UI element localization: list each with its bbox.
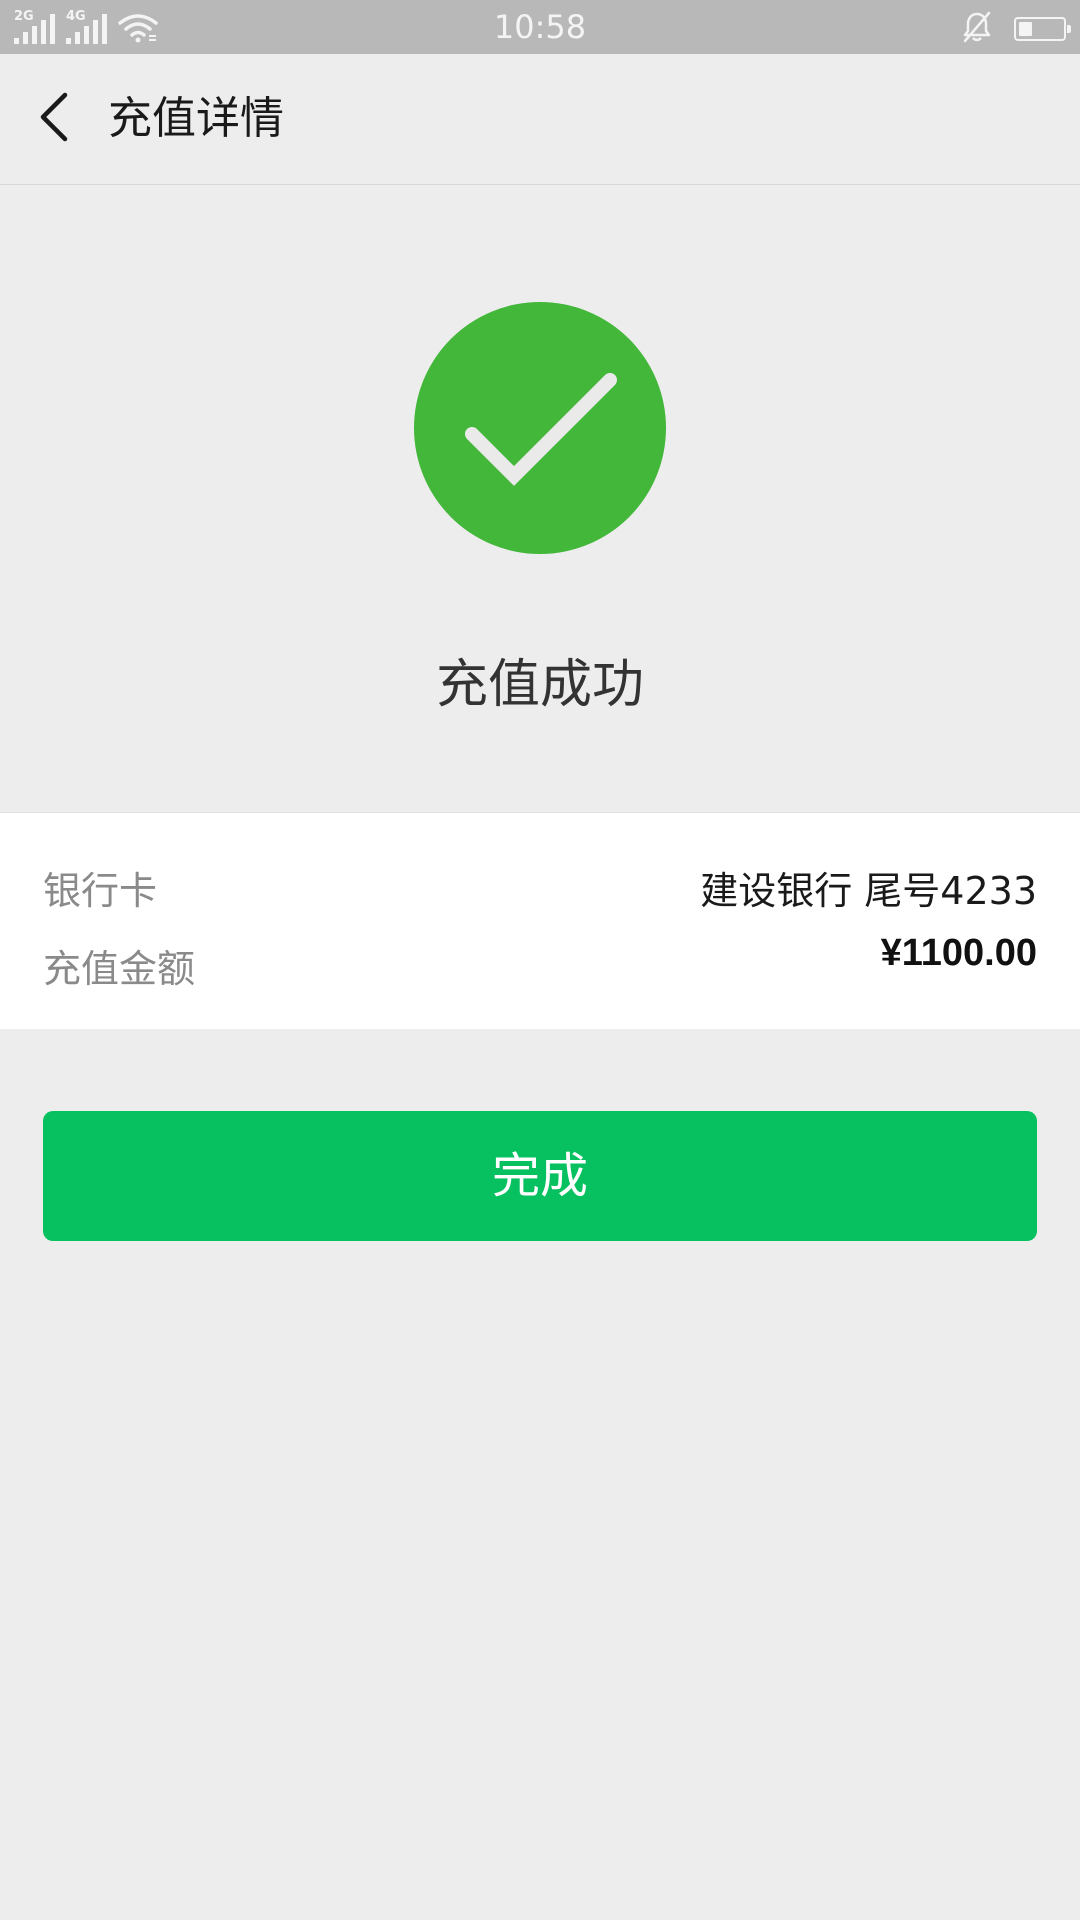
success-message: 充值成功 <box>435 655 644 715</box>
amount-label: 充值金额 <box>43 947 196 991</box>
page-title: 充值详情 <box>108 93 284 144</box>
header-bar: 充值详情 <box>0 54 1080 185</box>
check-circle-icon <box>414 302 666 554</box>
chevron-left-icon <box>37 91 71 147</box>
status-right-group <box>962 11 1071 47</box>
status-time: 10:58 <box>493 8 587 46</box>
done-button[interactable]: 完成 <box>43 1111 1037 1241</box>
silent-bell-icon <box>962 11 992 47</box>
status-bar: 2G 4G 10:58 <box>0 0 1080 54</box>
bank-card-label: 银行卡 <box>43 869 158 913</box>
amount-row: 充值金额 ¥1100.00 <box>43 932 1037 999</box>
bank-card-value: 建设银行 尾号4233 <box>700 869 1037 913</box>
amount-value: ¥1100.00 <box>880 932 1037 974</box>
details-card: 银行卡 建设银行 尾号4233 充值金额 ¥1100.00 <box>0 812 1080 1029</box>
back-button[interactable] <box>24 84 84 154</box>
battery-icon <box>1014 17 1071 41</box>
bank-card-row: 银行卡 建设银行 尾号4233 <box>43 861 1037 921</box>
battery-level <box>1019 22 1032 36</box>
